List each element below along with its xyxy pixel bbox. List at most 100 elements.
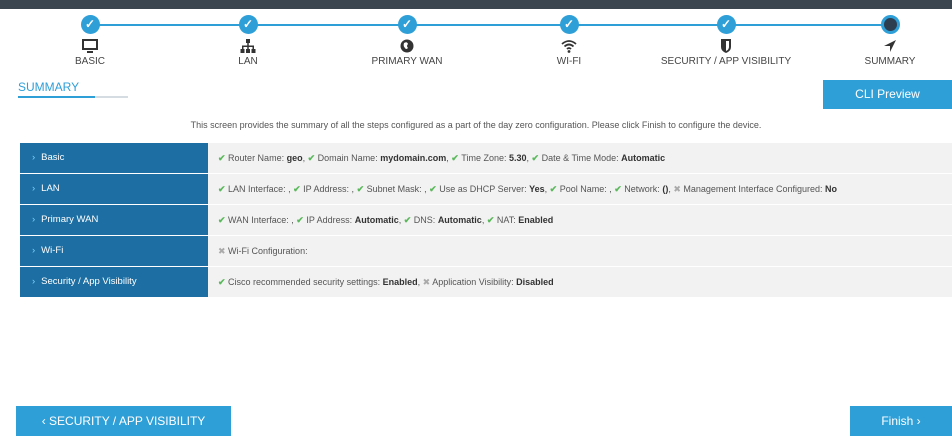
- section-details: ✔ Router Name: geo, ✔ Domain Name: mydom…: [208, 143, 952, 173]
- step-label: BASIC: [74, 56, 105, 67]
- check-icon: ✔: [296, 215, 307, 225]
- tab-active-indicator: [18, 96, 95, 98]
- check-icon: ✔: [451, 153, 462, 163]
- summary-item: ✔ NAT: Enabled: [487, 215, 553, 225]
- network-icon: [168, 36, 328, 56]
- step-primary-wan[interactable]: ✓ PRIMARY WAN: [327, 15, 487, 67]
- summary-table: › Basic ✔ Router Name: geo, ✔ Domain Name:…: [20, 143, 952, 298]
- summary-row: › Wi-Fi ✖ Wi-Fi Configuration:: [20, 236, 952, 266]
- step-basic[interactable]: ✓ BASIC: [10, 15, 170, 67]
- section-title: Primary WAN: [41, 214, 99, 225]
- section-header[interactable]: › Security / App Visibility: [20, 267, 208, 297]
- item-label: IP Address:: [303, 184, 350, 194]
- navigation-arrow-icon: [810, 36, 952, 56]
- item-label: Use as DHCP Server:: [439, 184, 527, 194]
- section-title: Security / App Visibility: [41, 276, 137, 287]
- summary-item: ✔ Cisco recommended security settings: E…: [218, 277, 418, 287]
- item-label: Cisco recommended security settings:: [228, 277, 381, 287]
- section-header[interactable]: › LAN: [20, 174, 208, 204]
- finish-button[interactable]: Finish ›: [850, 406, 952, 436]
- chevron-right-icon: ›: [32, 152, 36, 163]
- item-value: geo: [286, 153, 303, 163]
- check-icon: ✔: [531, 153, 542, 163]
- section-details: ✖ Wi-Fi Configuration:: [208, 236, 952, 266]
- summary-item: ✔ WAN Interface:: [218, 215, 291, 225]
- item-value: Enabled: [382, 277, 418, 287]
- section-title: Basic: [41, 152, 65, 163]
- summary-row: › LAN ✔ LAN Interface: , ✔ IP Address: , ✔…: [20, 174, 952, 204]
- item-label: Date & Time Mode:: [541, 153, 619, 163]
- globe-icon: [327, 36, 487, 56]
- step-security[interactable]: ✓ SECURITY / APP VISIBILITY: [646, 15, 806, 67]
- section-header[interactable]: › Primary WAN: [20, 205, 208, 235]
- check-icon: ✔: [429, 184, 440, 194]
- section-details: ✔ Cisco recommended security settings: E…: [208, 267, 952, 297]
- item-label: DNS:: [413, 215, 436, 225]
- step-label: WI-FI: [556, 56, 582, 67]
- summary-item: ✔ DNS: Automatic: [404, 215, 482, 225]
- check-icon: ✔: [218, 277, 229, 287]
- summary-row: › Security / App Visibility ✔ Cisco recomm…: [20, 267, 952, 297]
- step-label: LAN: [238, 56, 258, 67]
- item-label: Network:: [624, 184, 660, 194]
- check-icon: ✔: [486, 215, 497, 225]
- chevron-right-icon: ›: [32, 245, 36, 256]
- step-label: SUMMARY: [864, 56, 916, 67]
- item-label: Router Name:: [228, 153, 285, 163]
- section-details: ✔ LAN Interface: , ✔ IP Address: , ✔ Sub…: [208, 174, 952, 204]
- chevron-right-icon: ›: [32, 276, 36, 287]
- section-title: Wi-Fi: [41, 245, 64, 256]
- tab-summary[interactable]: SUMMARY: [18, 80, 79, 94]
- current-step-indicator: [880, 15, 900, 34]
- section-title: LAN: [41, 183, 60, 194]
- check-icon: ✔: [549, 184, 560, 194]
- summary-item: ✔ Network: (): [614, 184, 668, 194]
- summary-item: ✖ Wi-Fi Configuration:: [218, 246, 308, 256]
- intro-text: This screen provides the summary of all …: [190, 120, 762, 130]
- summary-item: ✖ Management Interface Configured: No: [673, 184, 837, 194]
- summary-row: › Primary WAN ✔ WAN Interface: , ✔ IP Addr…: [20, 205, 952, 235]
- shield-icon: [646, 36, 806, 56]
- step-summary[interactable]: SUMMARY: [810, 15, 952, 67]
- item-value: Automatic: [621, 153, 666, 163]
- item-label: NAT:: [496, 215, 516, 225]
- item-label: LAN Interface:: [228, 184, 286, 194]
- wizard-stepper: ✓ BASIC ✓ LAN ✓ PRIMARY WAN ✓ WI-FI ✓ SE…: [0, 9, 952, 71]
- item-label: Subnet Mask:: [366, 184, 422, 194]
- check-icon: ✔: [614, 184, 625, 194]
- check-icon: ✔: [218, 184, 229, 194]
- section-details: ✔ WAN Interface: , ✔ IP Address: Automat…: [208, 205, 952, 235]
- summary-item: ✖ Application Visibility: Disabled: [423, 277, 554, 287]
- summary-item: ✔ IP Address: Automatic: [296, 215, 398, 225]
- check-icon: ✔: [218, 215, 229, 225]
- item-value: Disabled: [516, 277, 554, 287]
- item-value: Enabled: [518, 215, 554, 225]
- check-icon: ✓: [559, 15, 579, 34]
- cross-icon: ✖: [218, 246, 229, 256]
- item-label: Application Visibility:: [432, 277, 514, 287]
- item-value: No: [825, 184, 837, 194]
- back-button[interactable]: ‹ SECURITY / APP VISIBILITY: [16, 406, 231, 436]
- cross-icon: ✖: [673, 184, 684, 194]
- check-icon: ✔: [307, 153, 318, 163]
- step-wifi[interactable]: ✓ WI-FI: [489, 15, 649, 67]
- item-value: (): [662, 184, 669, 194]
- summary-row: › Basic ✔ Router Name: geo, ✔ Domain Name:…: [20, 143, 952, 173]
- step-lan[interactable]: ✓ LAN: [168, 15, 328, 67]
- section-header[interactable]: › Wi-Fi: [20, 236, 208, 266]
- check-icon: ✓: [80, 15, 100, 34]
- section-header[interactable]: › Basic: [20, 143, 208, 173]
- check-icon: ✓: [238, 15, 258, 34]
- item-label: Domain Name:: [317, 153, 378, 163]
- chevron-right-icon: ›: [32, 214, 36, 225]
- summary-item: ✔ Pool Name:: [550, 184, 610, 194]
- wifi-icon: [489, 36, 649, 56]
- summary-item: ✔ Date & Time Mode: Automatic: [532, 153, 666, 163]
- check-icon: ✓: [716, 15, 736, 34]
- cross-icon: ✖: [422, 277, 433, 287]
- cli-preview-button[interactable]: CLI Preview: [823, 80, 952, 109]
- check-icon: ✔: [356, 184, 367, 194]
- summary-item: ✔ Time Zone: 5.30: [451, 153, 526, 163]
- check-icon: ✔: [218, 153, 229, 163]
- item-value: 5.30: [509, 153, 527, 163]
